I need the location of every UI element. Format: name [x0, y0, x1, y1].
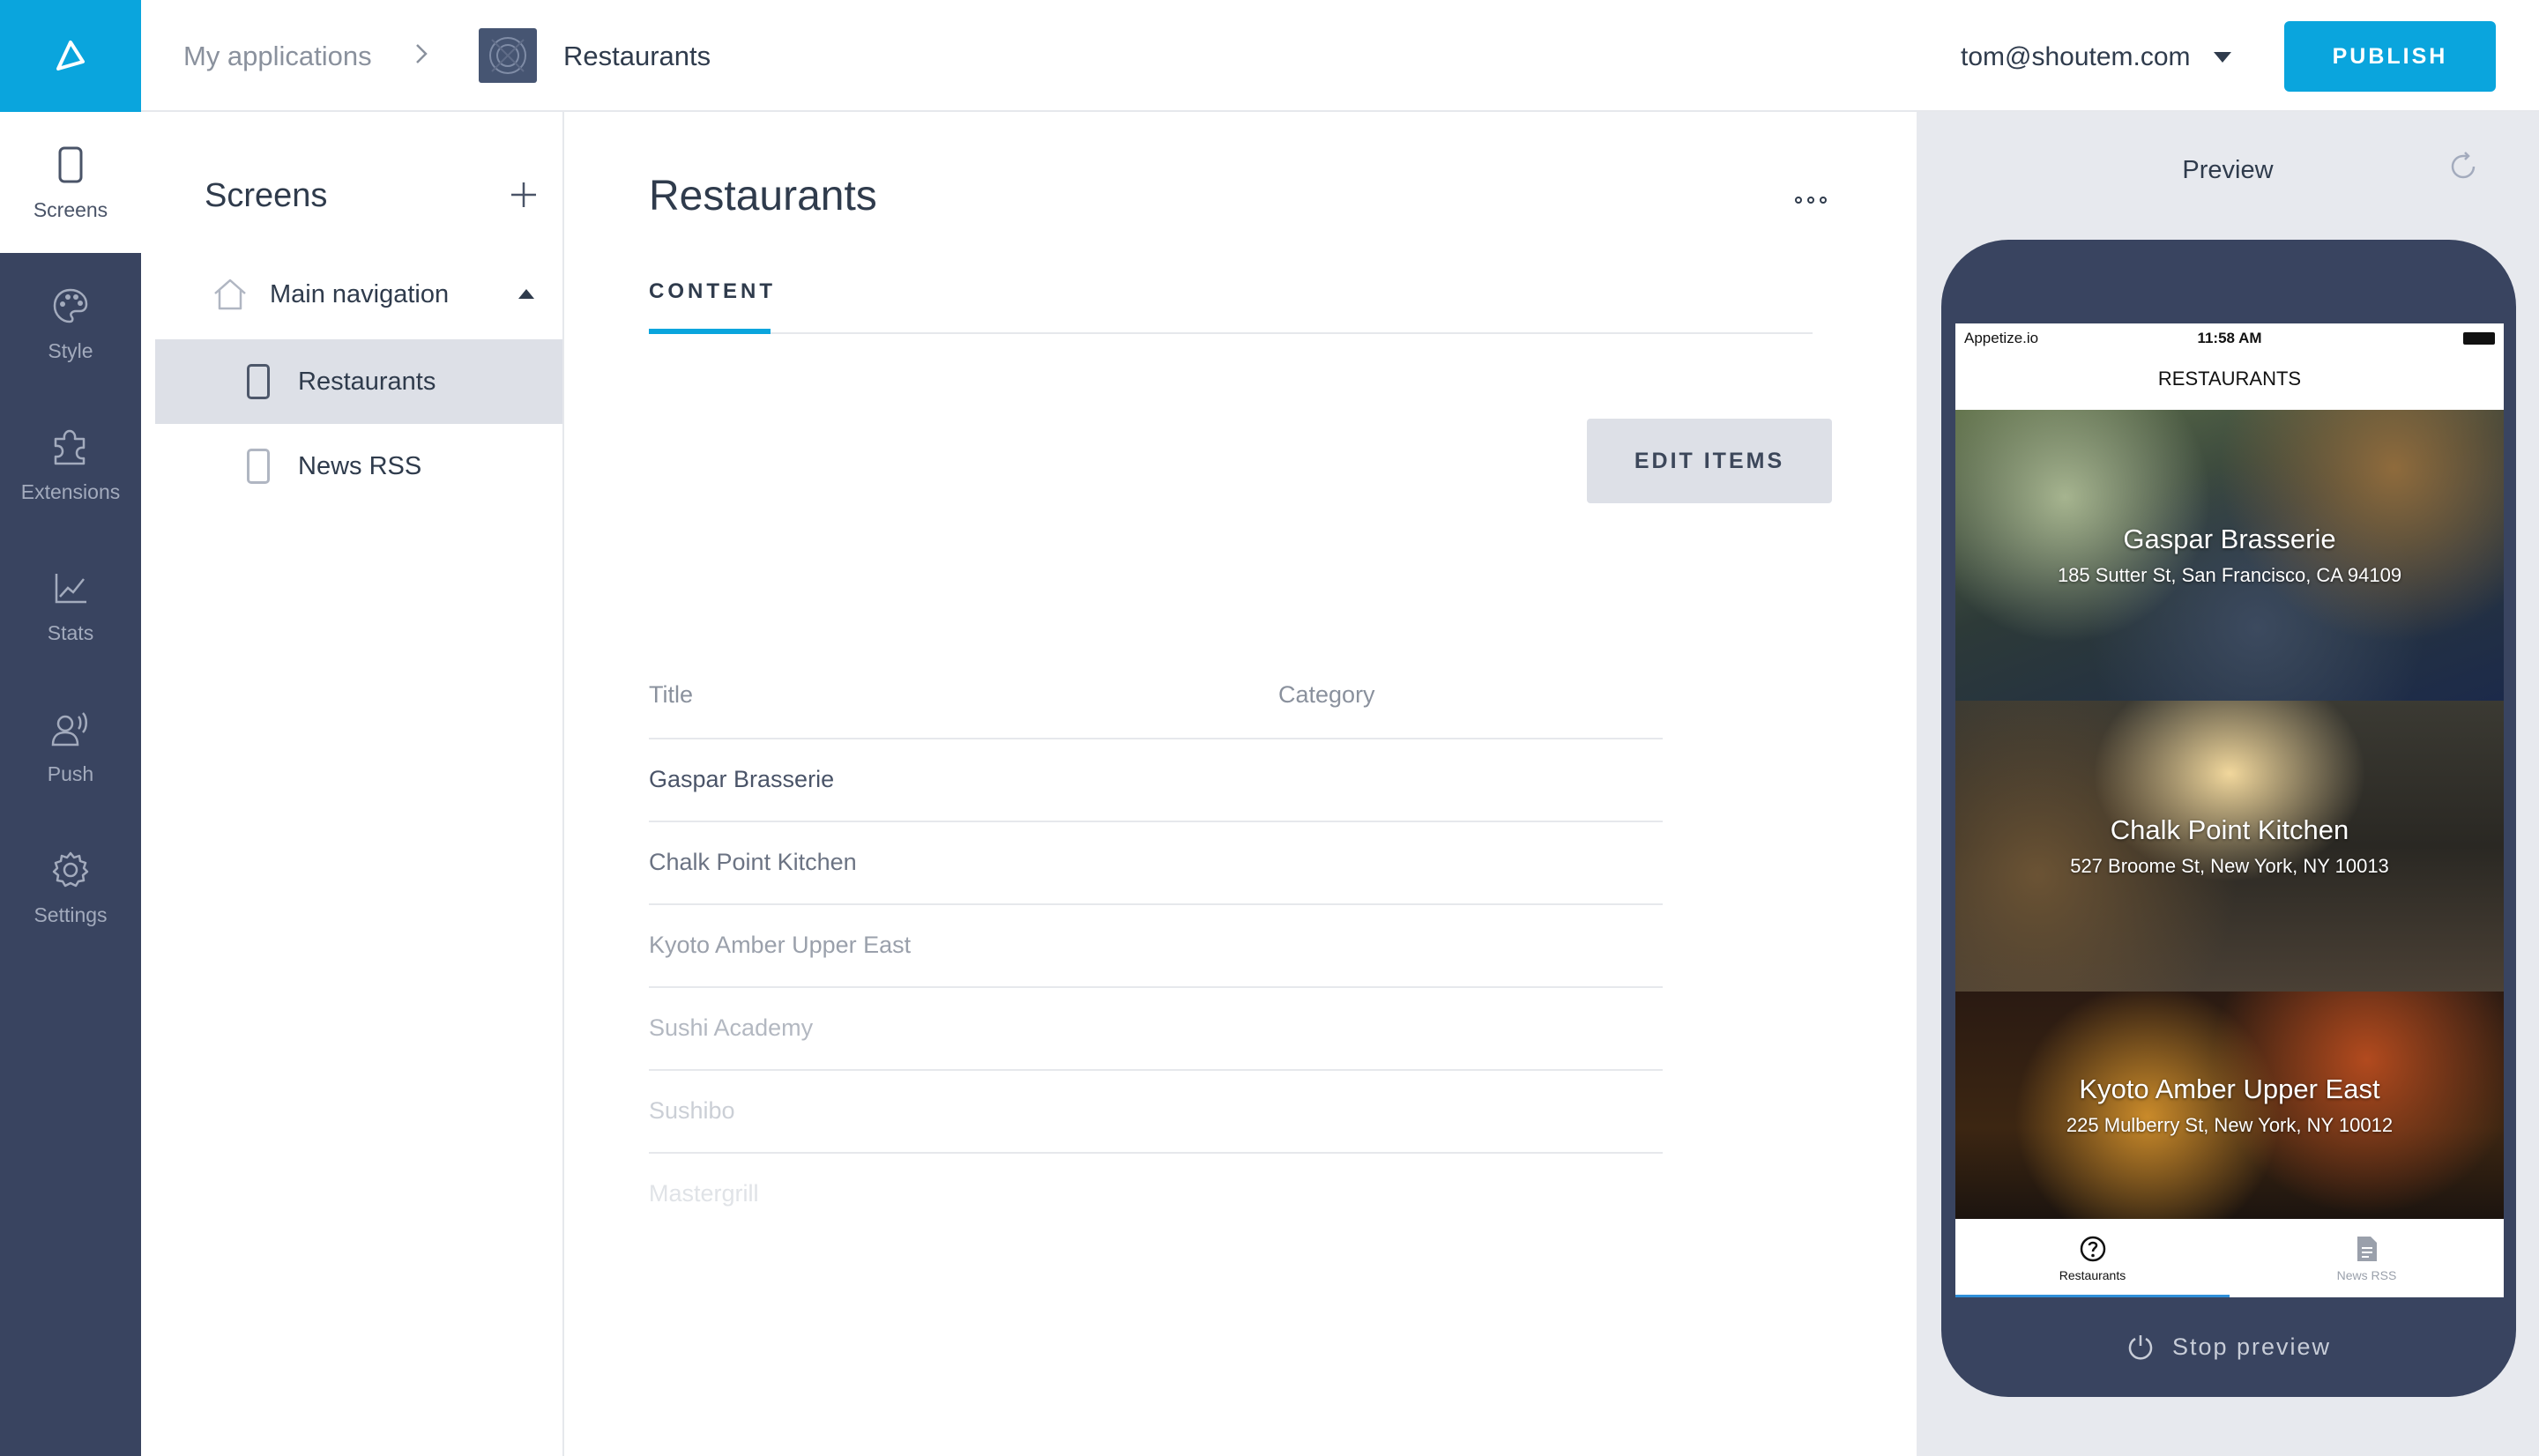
- document-icon: [2357, 1236, 2377, 1261]
- add-screen-button[interactable]: [510, 181, 538, 209]
- more-options-icon[interactable]: [1795, 197, 1827, 204]
- table-row[interactable]: Kyoto Amber Upper East: [649, 905, 1663, 988]
- table-row[interactable]: Gaspar Brasserie: [649, 739, 1663, 822]
- content-area: Restaurants CONTENT EDIT ITEMS Title Cat…: [564, 112, 1917, 1456]
- phone-icon: [247, 449, 270, 484]
- app-tab-indicator: [1955, 1295, 2230, 1297]
- main-navigation-label: Main navigation: [270, 279, 450, 308]
- top-bar: My applications Restaurants tom@shoutem.…: [0, 0, 2539, 112]
- sidebar-item-push[interactable]: Push: [0, 676, 141, 817]
- logo-icon: [56, 40, 85, 71]
- edit-items-button[interactable]: EDIT ITEMS: [1587, 419, 1832, 503]
- sidebar-item-label: Screens: [33, 197, 108, 221]
- card-name: Chalk Point Kitchen: [2110, 814, 2349, 845]
- main-sidebar: Screens Style Extensions Stats Push Sett…: [0, 112, 141, 1456]
- restaurant-card[interactable]: Kyoto Amber Upper East 225 Mulberry St, …: [1955, 992, 2504, 1219]
- app-nav-title: RESTAURANTS: [2157, 368, 2302, 390]
- app-thumbnail: [479, 28, 537, 83]
- screens-panel: Screens Main navigation Restaurants News…: [141, 112, 564, 1456]
- user-menu[interactable]: tom@shoutem.com: [1961, 42, 2191, 72]
- palette-icon: [49, 285, 92, 327]
- sidebar-item-stats[interactable]: Stats: [0, 535, 141, 676]
- active-tab-indicator: [649, 329, 771, 334]
- row-title: Sushi Academy: [649, 1014, 814, 1041]
- phone-icon: [247, 364, 270, 399]
- chevron-right-icon: [416, 44, 428, 63]
- phone-status-bar: Appetize.io 11:58 AM: [1955, 323, 2504, 353]
- sidebar-item-label: Stats: [47, 620, 94, 644]
- table-row[interactable]: Chalk Point Kitchen: [649, 822, 1663, 905]
- column-header-category[interactable]: Category: [1278, 681, 1375, 709]
- row-title: Sushibo: [649, 1097, 735, 1124]
- card-address: 225 Mulberry St, New York, NY 10012: [2066, 1114, 2394, 1136]
- phone-icon: [49, 144, 92, 186]
- screens-title: Screens: [205, 177, 328, 214]
- preview-panel: Preview Appetize.io 11:58 AM RESTAURANTS…: [1917, 112, 2539, 1456]
- items-table: Title Category Gaspar Brasserie Chalk Po…: [649, 657, 1663, 1237]
- row-title: Mastergrill: [649, 1180, 759, 1207]
- home-icon: [214, 279, 246, 310]
- restaurant-card[interactable]: Chalk Point Kitchen 527 Broome St, New Y…: [1955, 701, 2504, 992]
- app-tab-bar: Restaurants News RSS: [1955, 1219, 2504, 1297]
- caret-down-icon[interactable]: [2214, 52, 2231, 63]
- card-address: 527 Broome St, New York, NY 10013: [2070, 855, 2389, 877]
- sidebar-item-label: Extensions: [20, 479, 121, 503]
- tab-content[interactable]: CONTENT: [649, 279, 776, 304]
- app-thumbnail-icon: [489, 37, 526, 74]
- power-icon: [2128, 1335, 2153, 1360]
- app-tab-restaurants[interactable]: Restaurants: [1955, 1219, 2230, 1297]
- stop-preview-label: Stop preview: [2171, 1333, 2332, 1360]
- table-row[interactable]: Sushi Academy: [649, 988, 1663, 1071]
- puzzle-icon: [49, 426, 92, 468]
- table-row[interactable]: Sushibo: [649, 1071, 1663, 1154]
- phone-screen[interactable]: Appetize.io 11:58 AM RESTAURANTS Gaspar …: [1955, 323, 2504, 1297]
- screen-item-restaurants[interactable]: Restaurants: [155, 339, 562, 424]
- app-tab-label: News RSS: [2336, 1267, 2397, 1282]
- sidebar-item-label: Settings: [34, 903, 108, 926]
- sidebar-item-screens[interactable]: Screens: [0, 112, 141, 253]
- page-title: Restaurants: [649, 173, 877, 219]
- screen-item-label: Restaurants: [298, 367, 436, 396]
- app-tab-news-rss[interactable]: News RSS: [2230, 1219, 2504, 1297]
- sidebar-item-label: Style: [48, 338, 93, 362]
- restaurant-card[interactable]: Gaspar Brasserie 185 Sutter St, San Fran…: [1955, 410, 2504, 701]
- status-time: 11:58 AM: [2197, 330, 2262, 346]
- refresh-icon[interactable]: [2447, 151, 2479, 182]
- breadcrumb-current-app: Restaurants: [563, 41, 711, 71]
- broadcast-icon: [49, 708, 92, 750]
- tabs-divider: [649, 332, 1813, 334]
- row-title: Kyoto Amber Upper East: [649, 932, 912, 958]
- app-tab-label: Restaurants: [2059, 1267, 2126, 1282]
- battery-icon: [2463, 332, 2495, 345]
- breadcrumb-my-applications[interactable]: My applications: [183, 41, 372, 72]
- phone-device-frame: Appetize.io 11:58 AM RESTAURANTS Gaspar …: [1941, 240, 2516, 1397]
- table-header: Title Category: [649, 657, 1663, 739]
- card-address: 185 Sutter St, San Francisco, CA 94109: [2057, 564, 2402, 586]
- table-row[interactable]: Mastergrill: [649, 1154, 1663, 1237]
- stop-preview-button[interactable]: Stop preview: [1941, 1333, 2516, 1361]
- gear-icon: [49, 849, 92, 891]
- column-header-title[interactable]: Title: [649, 681, 693, 709]
- chart-icon: [49, 567, 92, 609]
- sidebar-item-label: Push: [47, 761, 94, 785]
- sidebar-item-style[interactable]: Style: [0, 253, 141, 394]
- collapse-caret-icon[interactable]: [518, 289, 534, 299]
- row-title: Gaspar Brasserie: [649, 766, 835, 792]
- card-name: Kyoto Amber Upper East: [2079, 1073, 2380, 1104]
- sidebar-item-extensions[interactable]: Extensions: [0, 394, 141, 535]
- preview-title: Preview: [2182, 156, 2274, 184]
- sidebar-item-settings[interactable]: Settings: [0, 817, 141, 958]
- screen-item-label: News RSS: [298, 451, 422, 480]
- question-circle-icon: [2080, 1236, 2105, 1261]
- main-navigation-group[interactable]: Main navigation: [212, 262, 564, 327]
- card-name: Gaspar Brasserie: [2123, 524, 2336, 554]
- row-title: Chalk Point Kitchen: [649, 849, 857, 875]
- screen-item-news-rss[interactable]: News RSS: [155, 424, 562, 509]
- publish-button[interactable]: PUBLISH: [2284, 21, 2496, 92]
- shoutem-logo[interactable]: [0, 0, 141, 112]
